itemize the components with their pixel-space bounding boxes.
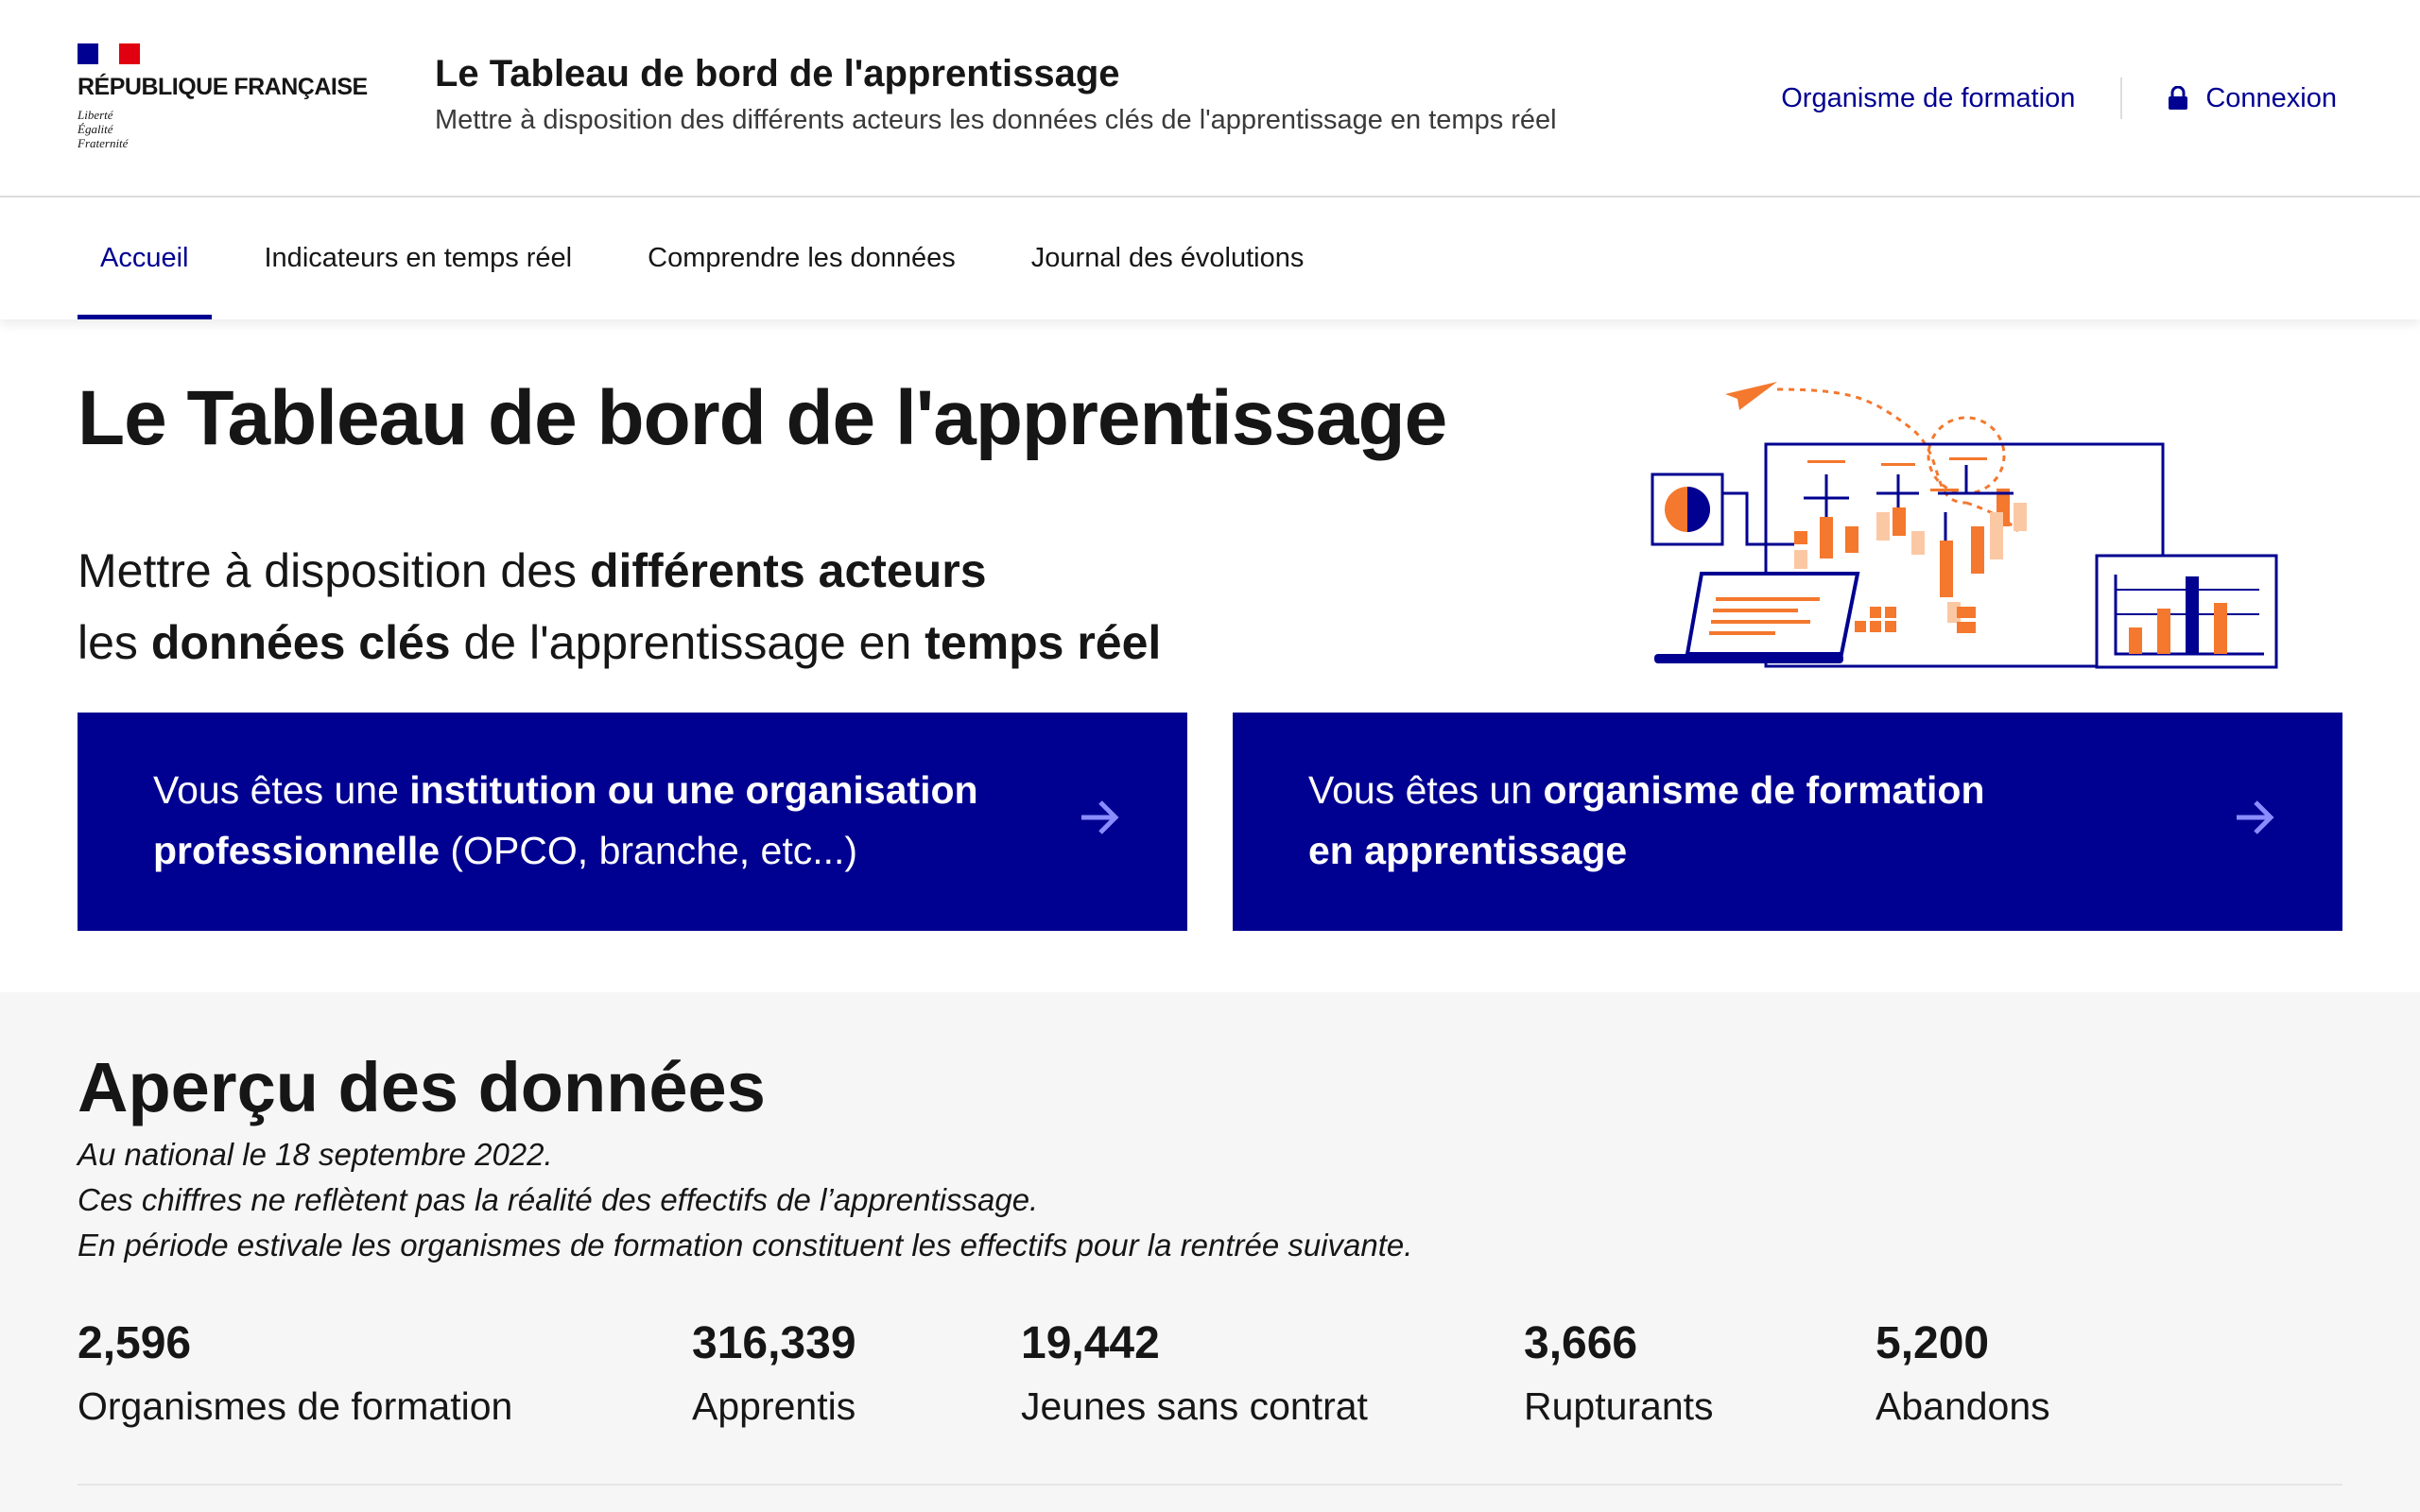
motto-fraternite: Fraternité — [78, 136, 129, 150]
hero-title: Le Tableau de bord de l'apprentissage — [78, 375, 1447, 461]
marianne-flag-icon — [78, 43, 140, 64]
brand-motto: Liberté Égalité Fraternité — [78, 108, 128, 150]
hero-subtitle-line-2: les données clés de l'apprentissage en t… — [78, 616, 1162, 669]
site-header: RÉPUBLIQUE FRANÇAISE Liberté Égalité Fra… — [0, 0, 2420, 198]
stat-organismes: 2,596 Organismes de formation — [78, 1317, 512, 1429]
stat-label: Organismes de formation — [78, 1384, 513, 1428]
nav-item-journal[interactable]: Journal des évolutions — [1009, 198, 1327, 319]
lock-icon — [2169, 86, 2188, 110]
stat-value: 19,442 — [1021, 1318, 1160, 1368]
service-title[interactable]: Le Tableau de bord de l'apprentissage — [435, 53, 1557, 95]
stat-value: 3,666 — [1524, 1318, 1638, 1368]
organisme-formation-label: Organisme de formation — [1781, 82, 2076, 113]
nav-list: Accueil Indicateurs en temps réel Compre… — [78, 198, 1357, 319]
stat-label: Apprentis — [692, 1384, 856, 1428]
data-note: Ces chiffres ne reflètent pas la réalité… — [78, 1182, 1039, 1217]
organisme-card-text: Vous êtes un organisme de formation en a… — [1308, 768, 1985, 872]
login-label: Connexion — [2205, 82, 2337, 113]
stat-label: Abandons — [1876, 1384, 2050, 1428]
section-divider — [78, 1484, 2342, 1486]
data-note: En période estivale les organismes de fo… — [78, 1228, 1413, 1263]
stat-label: Jeunes sans contrat — [1021, 1384, 1368, 1428]
stat-rupturants: 3,666 Rupturants — [1524, 1317, 1714, 1429]
arrow-right-icon — [2237, 800, 2274, 834]
stat-value: 5,200 — [1876, 1318, 1990, 1368]
data-note: Au national le 18 septembre 2022. — [78, 1137, 553, 1172]
stat-value: 2,596 — [78, 1318, 192, 1368]
data-overview-notes: Au national le 18 septembre 2022. Ces ch… — [78, 1132, 1412, 1268]
stat-jeunes-sans-contrat: 19,442 Jeunes sans contrat — [1021, 1317, 1368, 1429]
tools-divider — [2120, 77, 2123, 119]
hero-subtitle-line-1: Mettre à disposition des différents acte… — [78, 544, 987, 597]
brand-name: RÉPUBLIQUE FRANÇAISE — [78, 74, 368, 100]
nav-item-indicateurs[interactable]: Indicateurs en temps réel — [242, 198, 596, 319]
arrow-right-icon — [1081, 800, 1119, 834]
header-tools: Organisme de formation Connexion — [1781, 77, 2337, 119]
organisme-card[interactable]: Vous êtes un organisme de formation en a… — [1233, 713, 2342, 931]
hero-subtitle: Mettre à disposition des différents acte… — [78, 535, 1161, 679]
service-block: Le Tableau de bord de l'apprentissage Me… — [435, 53, 1557, 136]
institution-card[interactable]: Vous êtes une institution ou une organis… — [78, 713, 1187, 931]
data-overview-section: Aperçu des données Au national le 18 sep… — [0, 992, 2420, 1512]
data-overview-title: Aperçu des données — [78, 1048, 766, 1126]
motto-liberte: Liberté — [78, 108, 113, 122]
motto-egalite: Égalité — [78, 122, 113, 136]
nav-item-accueil[interactable]: Accueil — [78, 198, 212, 319]
main-navigation: Accueil Indicateurs en temps réel Compre… — [0, 198, 2420, 319]
stat-apprentis: 316,339 Apprentis — [692, 1317, 856, 1429]
login-link[interactable]: Connexion — [2168, 83, 2337, 114]
organisme-formation-link[interactable]: Organisme de formation — [1781, 83, 2075, 114]
stat-label: Rupturants — [1524, 1384, 1714, 1428]
institution-card-text: Vous êtes une institution ou une organis… — [153, 768, 978, 872]
nav-item-comprendre[interactable]: Comprendre les données — [625, 198, 978, 319]
stat-abandons: 5,200 Abandons — [1876, 1317, 2050, 1429]
dashboard-illustration — [1651, 382, 2278, 669]
stat-value: 316,339 — [692, 1318, 856, 1368]
service-tagline: Mettre à disposition des différents acte… — [435, 105, 1557, 135]
republique-francaise-logo[interactable]: RÉPUBLIQUE FRANÇAISE Liberté Égalité Fra… — [78, 43, 380, 157]
